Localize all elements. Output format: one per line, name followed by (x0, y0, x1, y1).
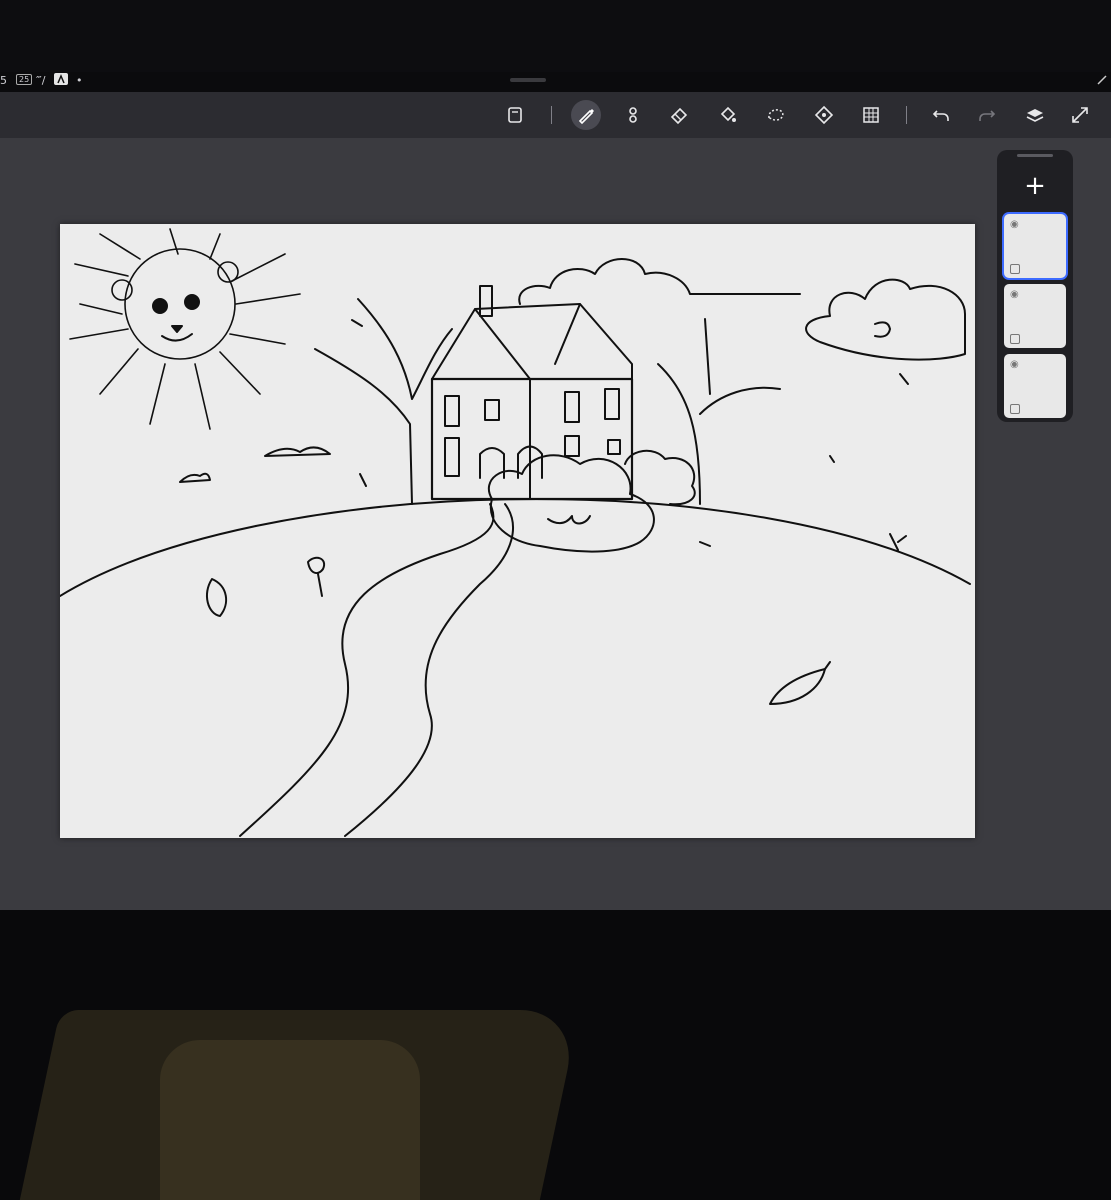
drawing-canvas[interactable] (59, 224, 975, 838)
apple (205, 578, 228, 617)
pen-status-icon (1096, 74, 1108, 89)
procreate-logo-icon (54, 73, 68, 88)
layer-thumbnail-1[interactable]: ◉ (1004, 214, 1066, 278)
bush-squiggle (547, 515, 591, 525)
rose (307, 556, 326, 597)
layers-icon[interactable] (1020, 100, 1050, 130)
cloud-small-left (264, 446, 331, 457)
layers-panel-handle[interactable] (1017, 154, 1053, 157)
cloud-top (518, 258, 801, 305)
eraser-icon[interactable] (664, 100, 694, 130)
blanket-fold (160, 1040, 420, 1200)
house-drawing (430, 285, 634, 501)
winding-path-right (344, 503, 514, 837)
fill-icon[interactable] (713, 100, 743, 130)
add-layer-button[interactable]: + (1017, 170, 1053, 202)
smudge-icon[interactable] (618, 100, 648, 130)
hill-outline (59, 498, 971, 597)
winding-path-left (239, 503, 495, 837)
sun-drawing (69, 228, 301, 430)
lock-icon[interactable] (1010, 334, 1020, 344)
notification-badge: 25 (16, 74, 33, 85)
app-screen: + ◉ ◉ ◉ (0, 92, 1111, 910)
sun-smile (161, 333, 193, 342)
layers-panel: + ◉ ◉ ◉ (997, 150, 1073, 422)
lock-icon[interactable] (1010, 264, 1020, 274)
lock-icon[interactable] (1010, 404, 1020, 414)
visibility-icon[interactable]: ◉ (1010, 219, 1019, 230)
signal-icon: ‴/ (36, 74, 46, 87)
transform-icon[interactable] (809, 100, 839, 130)
gallery-icon[interactable] (500, 100, 530, 130)
bush-front (487, 454, 655, 553)
status-bar: 5 25 ‴/ • (0, 70, 1111, 92)
device-bezel (0, 0, 1111, 72)
visibility-icon[interactable]: ◉ (1010, 359, 1019, 370)
multitask-handle[interactable] (510, 78, 546, 82)
redo-icon[interactable] (972, 100, 1002, 130)
status-time: 5 (0, 74, 7, 87)
toolbar-separator (906, 106, 907, 124)
lasso-icon[interactable] (761, 100, 791, 130)
flower-right (889, 533, 907, 551)
toolbar (0, 92, 1111, 138)
grid-icon[interactable] (856, 100, 886, 130)
line-drawing (59, 228, 971, 837)
undo-icon[interactable] (926, 100, 956, 130)
cloud-tiny (179, 472, 211, 483)
leaf-stem (824, 661, 831, 670)
brush-icon[interactable] (571, 100, 601, 130)
cloud-squiggle (874, 321, 891, 338)
layer-thumbnail-2[interactable]: ◉ (1004, 284, 1066, 348)
expand-icon[interactable] (1065, 100, 1095, 130)
layer-thumbnail-3[interactable]: ◉ (1004, 354, 1066, 418)
toolbar-separator (551, 106, 552, 124)
cloud-right (805, 278, 966, 361)
status-dot: • (76, 74, 83, 87)
visibility-icon[interactable]: ◉ (1010, 289, 1019, 300)
tree-right (657, 318, 781, 505)
leaf-bottom-right (769, 668, 826, 705)
